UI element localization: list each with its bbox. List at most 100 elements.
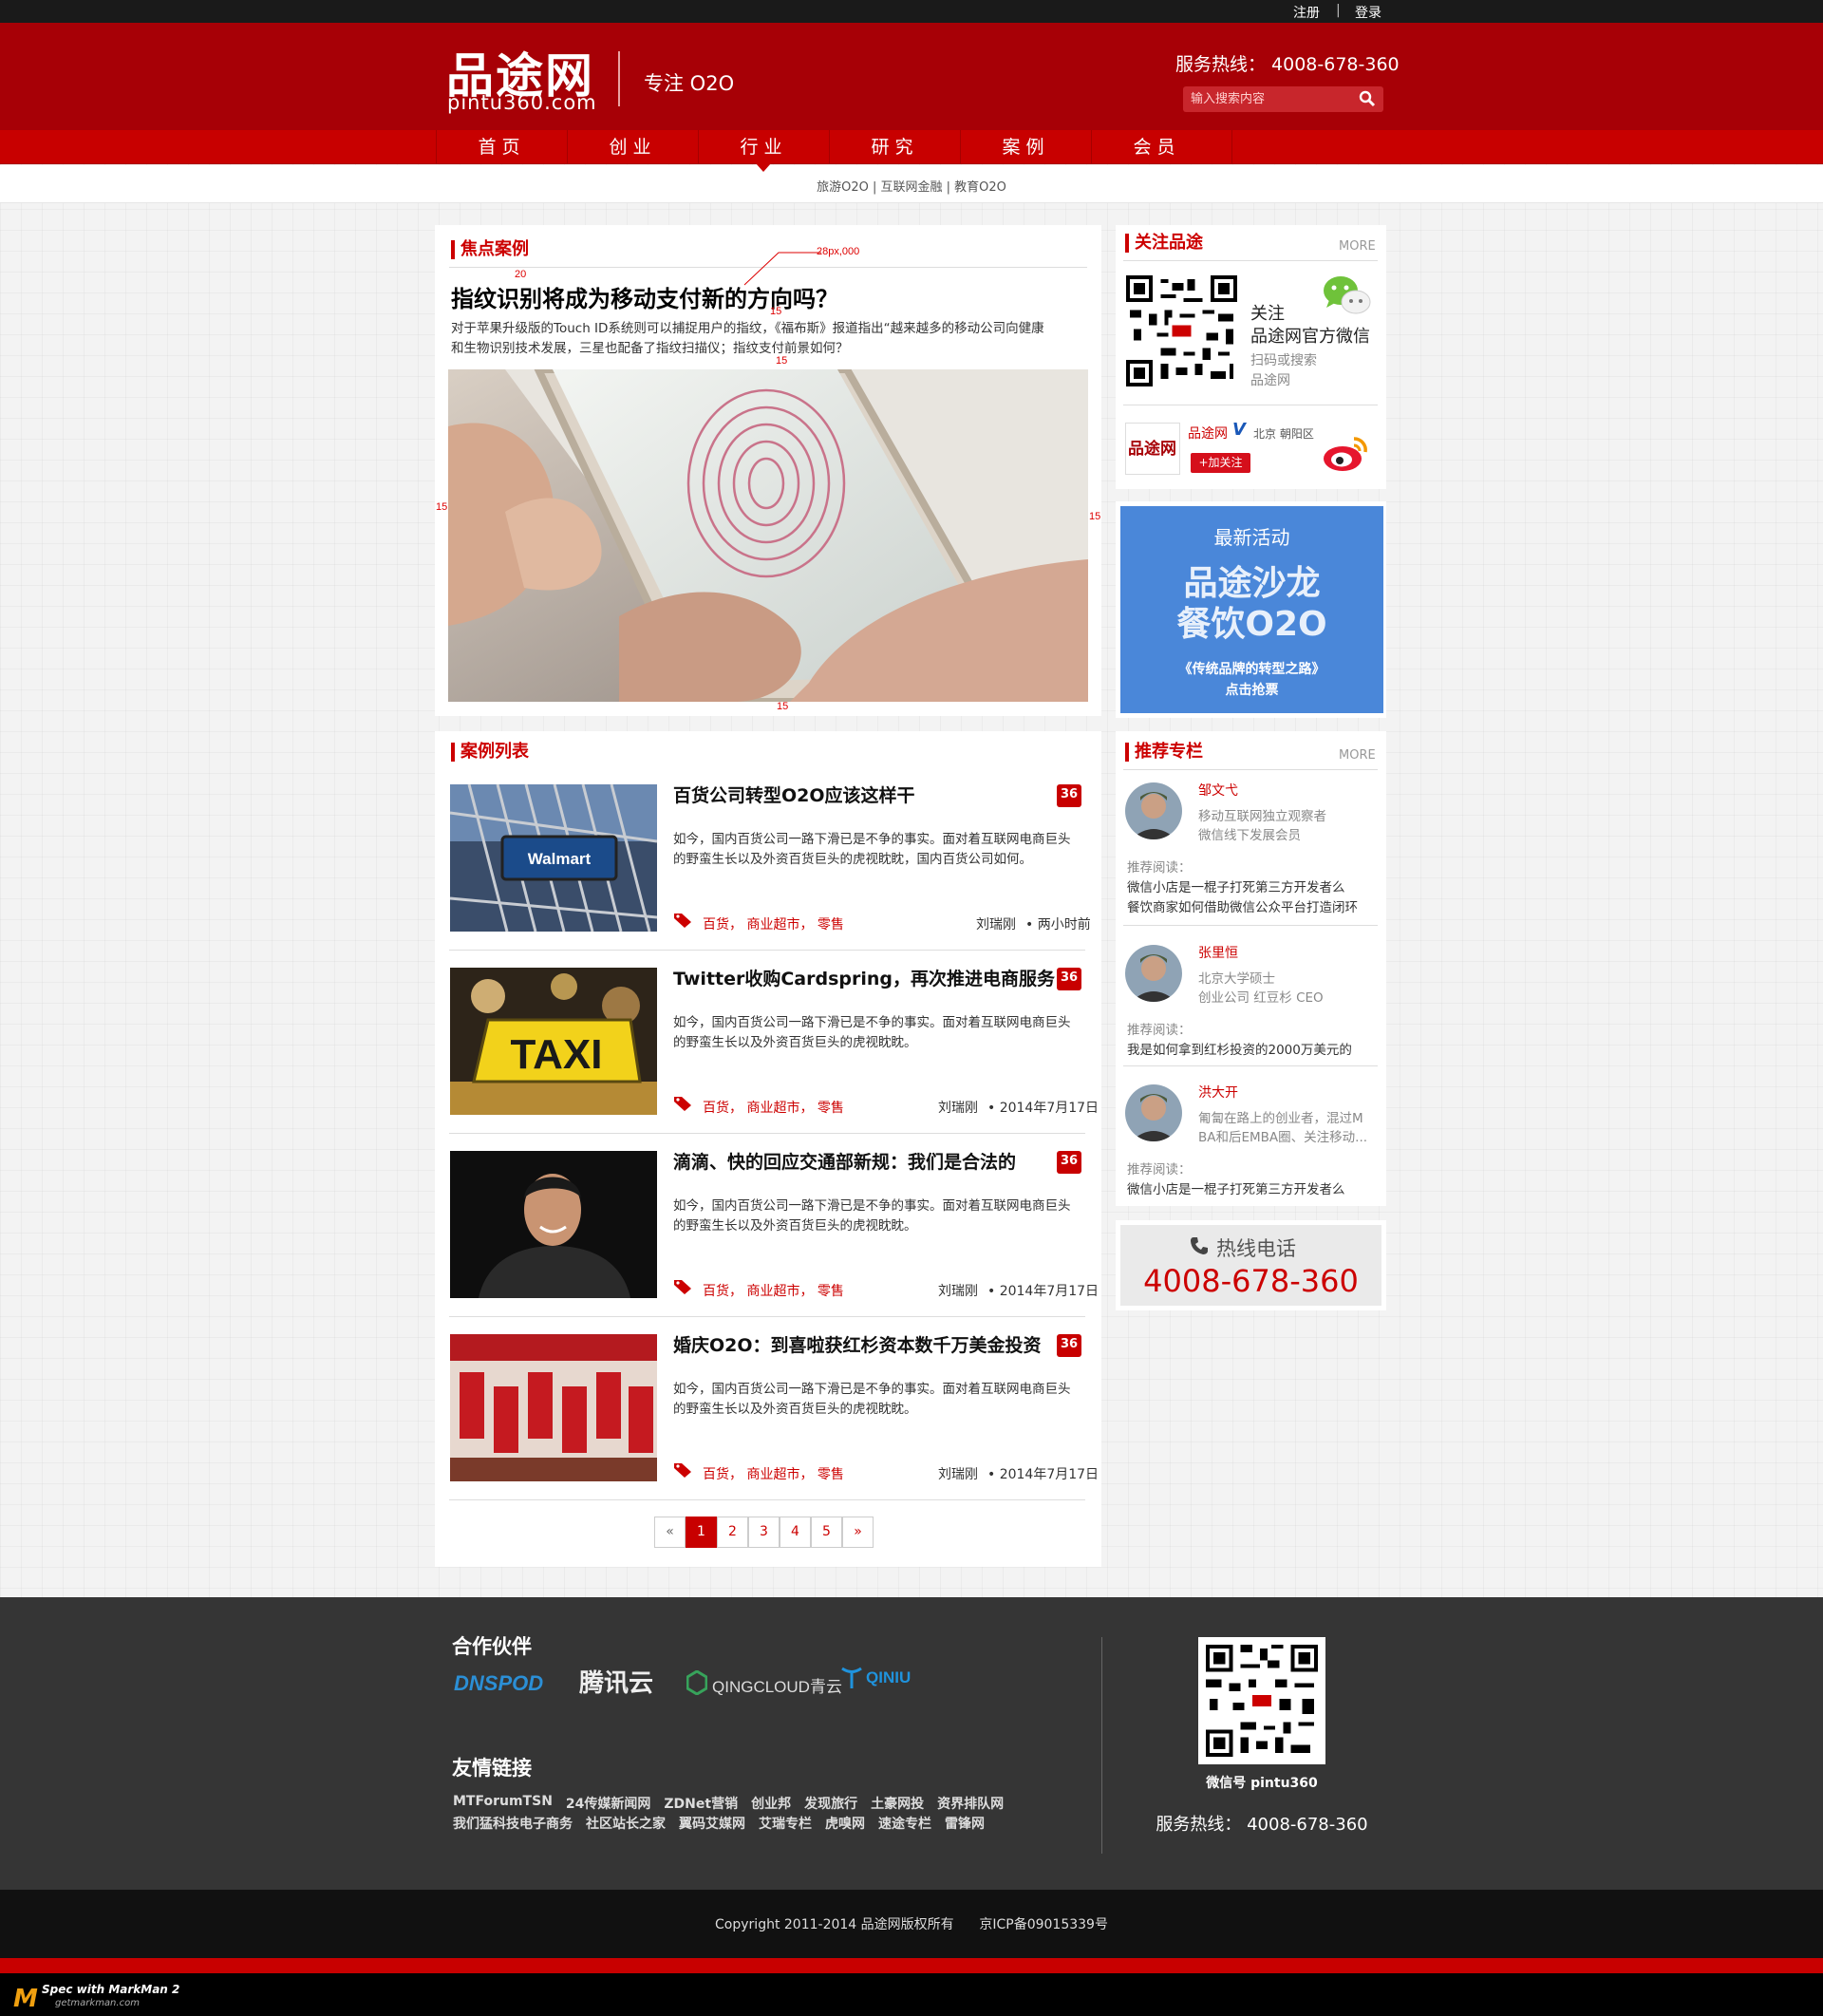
case-tags[interactable]: 百货， 商业超市， 零售 <box>703 1281 844 1300</box>
pagination-next[interactable]: » <box>842 1517 874 1548</box>
wechat-account-name: 品途网官方微信 <box>1250 327 1370 347</box>
phone-icon <box>1191 1237 1208 1254</box>
case-time: • 2014年7月17日 <box>987 1284 1099 1299</box>
weibo-location: 北京 朝阳区 <box>1253 427 1314 441</box>
annotation-15a: 15 <box>770 306 782 317</box>
partner-qingcloud[interactable]: QINGCLOUD青云 <box>712 1673 842 1697</box>
friend-link[interactable]: 雷锋网 <box>945 1814 985 1833</box>
weibo-avatar[interactable]: 品途网 <box>1125 423 1180 475</box>
search-input[interactable] <box>1191 89 1352 108</box>
header-hotline: 服务热线： 4008-678-360 <box>1175 54 1400 75</box>
case-divider <box>449 950 1085 951</box>
case-author[interactable]: 刘瑞刚 <box>938 1281 978 1300</box>
friend-link[interactable]: MTForumTSN <box>453 1794 553 1813</box>
focus-summary: 对于苹果升级版的Touch ID系统则可以捕捉用户的指纹，《福布斯》报道指出“越… <box>451 319 1044 359</box>
case-author[interactable]: 刘瑞刚 <box>938 1464 978 1483</box>
nav-home[interactable]: 首页 <box>436 130 567 164</box>
markman-label: Spec with MarkMan 2 <box>42 1983 180 1996</box>
columnist-name[interactable]: 张里恒 <box>1198 943 1238 962</box>
weibo-follow-button[interactable]: +加关注 <box>1191 453 1250 473</box>
case-thumb-cart[interactable]: Walmart <box>450 784 657 932</box>
columnist-avatar[interactable] <box>1124 782 1183 840</box>
recommend-label: 推荐阅读： <box>1127 1023 1192 1038</box>
focus-summary-line2: 和生物识别技术发展，三星也配备了指纹扫描仪；指纹支付前景如何？ <box>451 341 849 356</box>
friend-link[interactable]: 资界排队网 <box>937 1794 1004 1813</box>
case-time: • 2014年7月17日 <box>987 1467 1099 1482</box>
friend-link[interactable]: 24传媒新闻网 <box>566 1794 650 1813</box>
case-thumb-wedding[interactable] <box>450 1334 657 1481</box>
friend-link[interactable]: 艾瑞专栏 <box>759 1814 812 1833</box>
nav-startup[interactable]: 创业 <box>567 130 698 164</box>
weibo-icon[interactable] <box>1322 433 1371 473</box>
case-author[interactable]: 刘瑞刚 <box>976 914 1016 933</box>
friend-links-row-2: 我们猛科技电子商务 社区站长之家 翼码艾媒网 艾瑞专栏 虎嗅网 速途专栏 雷锋网 <box>453 1814 1061 1833</box>
sub-nav: 旅游O2O | 互联网金融 | 教育O2O <box>0 165 1823 203</box>
markman-url[interactable]: getmarkman.com <box>55 1998 140 2008</box>
case-tags[interactable]: 百货， 商业超市， 零售 <box>703 914 844 933</box>
columnist-avatar[interactable] <box>1124 944 1183 1003</box>
pagination-page[interactable]: 2 <box>717 1517 748 1548</box>
friend-link[interactable]: 虎嗅网 <box>825 1814 865 1833</box>
pagination-page[interactable]: 5 <box>811 1517 842 1548</box>
columnist-divider <box>1123 1065 1378 1066</box>
recommend-link[interactable]: 餐饮商家如何借助微信公众平台打造闭环 <box>1127 896 1358 915</box>
pagination-page[interactable]: 3 <box>748 1517 780 1548</box>
focus-image-fingerprint[interactable] <box>448 369 1088 702</box>
svg-text:Walmart: Walmart <box>528 850 592 868</box>
comment-count-badge[interactable]: 36 <box>1057 784 1081 807</box>
columns-more-link[interactable]: MORE <box>1339 748 1376 763</box>
columnist-avatar[interactable] <box>1124 1083 1183 1142</box>
friend-link[interactable]: ZDNet营销 <box>664 1794 738 1813</box>
columns-title: 推荐专栏 <box>1125 743 1203 762</box>
case-thumb-taxi[interactable]: TAXI <box>450 968 657 1115</box>
columnist-name[interactable]: 邹文弋 <box>1198 781 1238 800</box>
weibo-verified-icon: V <box>1232 420 1246 440</box>
friend-link[interactable]: 速途专栏 <box>878 1814 931 1833</box>
nav-cases[interactable]: 案例 <box>960 130 1091 164</box>
friend-link[interactable]: 发现旅行 <box>804 1794 857 1813</box>
comment-count-badge[interactable]: 36 <box>1057 968 1081 990</box>
follow-more-link[interactable]: MORE <box>1339 239 1376 254</box>
friend-link[interactable]: 创业邦 <box>751 1794 791 1813</box>
columnist-name[interactable]: 洪大开 <box>1198 1083 1238 1102</box>
comment-count-badge[interactable]: 36 <box>1057 1334 1081 1357</box>
recommend-link[interactable]: 微信小店是一棍子打死第三方开发者么 <box>1127 876 1345 895</box>
friend-link[interactable]: 翼码艾媒网 <box>679 1814 745 1833</box>
friend-link[interactable]: 我们猛科技电子商务 <box>453 1814 573 1833</box>
partner-dnspod[interactable]: DNSPOD <box>454 1671 543 1696</box>
comment-count-badge[interactable]: 36 <box>1057 1151 1081 1174</box>
pagination-page[interactable]: 1 <box>686 1517 717 1548</box>
case-tags[interactable]: 百货， 商业超市， 零售 <box>703 1464 844 1483</box>
friend-link[interactable]: 土豪网投 <box>871 1794 924 1813</box>
nav-industry[interactable]: 行业 <box>698 130 829 164</box>
case-title[interactable]: 百货公司转型O2O应该这样干 <box>673 782 915 807</box>
search-icon[interactable] <box>1359 90 1376 107</box>
partner-qiniu[interactable]: QINIU <box>866 1668 911 1687</box>
weibo-name[interactable]: 品途网 <box>1188 424 1228 443</box>
wechat-icon[interactable] <box>1322 273 1371 317</box>
markman-bar: M Spec with MarkMan 2 getmarkman.com <box>0 1973 1823 2016</box>
case-author[interactable]: 刘瑞刚 <box>938 1098 978 1117</box>
case-desc: 如今，国内百货公司一路下滑已是不争的事实。面对着互联网电商巨头 的野蛮生长以及外资… <box>673 1196 1071 1236</box>
case-desc-line1: 如今，国内百货公司一路下滑已是不争的事实。面对着互联网电商巨头 <box>673 1015 1071 1030</box>
case-title[interactable]: 婚庆O2O：到喜啦获红杉资本数千万美金投资 <box>673 1331 1042 1357</box>
case-title[interactable]: Twitter收购Cardspring，再次推进电商服务 <box>673 965 1055 990</box>
login-link[interactable]: 登录 <box>1355 3 1381 22</box>
recommend-link[interactable]: 微信小店是一棍子打死第三方开发者么 <box>1127 1178 1345 1197</box>
recommend-link[interactable]: 我是如何拿到红杉投资的2000万美元的 <box>1127 1039 1352 1058</box>
pagination-prev[interactable]: « <box>654 1517 686 1548</box>
friend-link[interactable]: 社区站长之家 <box>586 1814 666 1833</box>
register-link[interactable]: 注册 <box>1293 3 1320 22</box>
hotline-number[interactable]: 4008-678-360 <box>1120 1263 1381 1299</box>
nav-members[interactable]: 会员 <box>1091 130 1222 164</box>
partner-tencent-cloud[interactable]: 腾讯云 <box>579 1664 653 1699</box>
sub-nav-links[interactable]: 旅游O2O | 互联网金融 | 教育O2O <box>0 177 1823 195</box>
case-title[interactable]: 滴滴、快的回应交通部新规：我们是合法的 <box>673 1148 1016 1174</box>
event-cta[interactable]: 点击抢票 <box>1120 680 1383 699</box>
nav-research[interactable]: 研究 <box>829 130 960 164</box>
qingcloud-logo-icon <box>686 1670 707 1695</box>
wechat-qr-code <box>1126 275 1237 386</box>
case-thumb-portrait[interactable] <box>450 1151 657 1298</box>
pagination-page[interactable]: 4 <box>780 1517 811 1548</box>
case-tags[interactable]: 百货， 商业超市， 零售 <box>703 1098 844 1117</box>
